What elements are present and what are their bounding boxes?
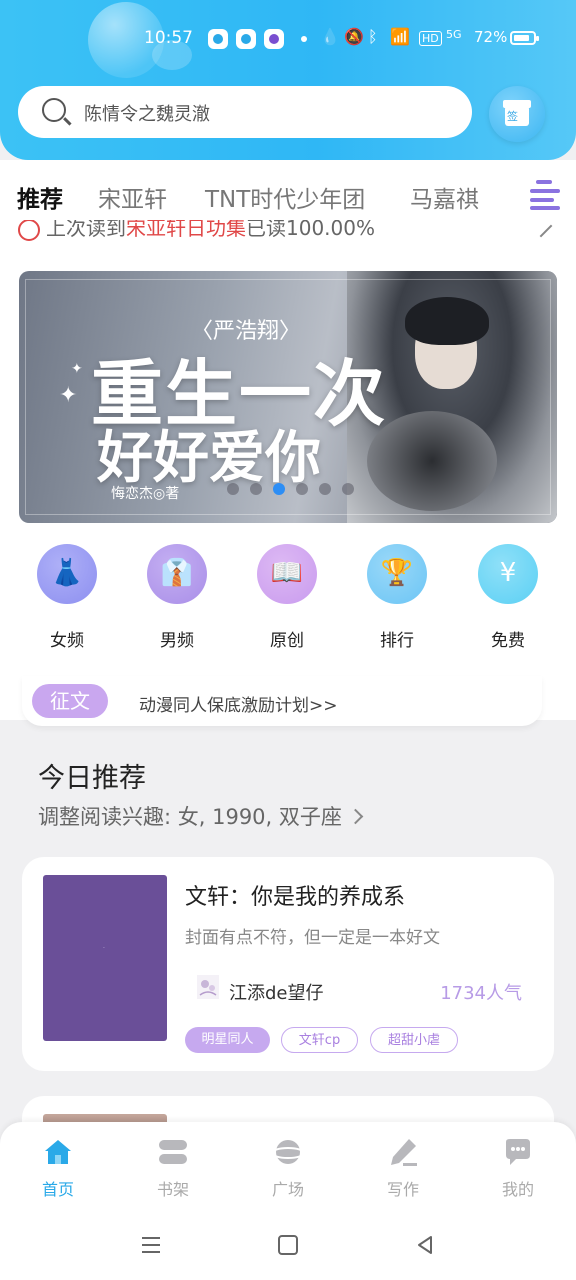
book-icon: 📖 (257, 544, 317, 604)
battery-icon (510, 31, 539, 45)
bluetooth-icon: ᛒ (368, 27, 378, 46)
more-notifications-dot (301, 36, 307, 42)
tab-ma-jiaqi[interactable]: 马嘉祺 (410, 180, 479, 214)
shirt-icon: 👔 (147, 544, 207, 604)
category-female[interactable]: 👗 女频 (27, 544, 107, 654)
nav-label: 写作 (386, 1180, 419, 1199)
chevron-right-icon (347, 808, 364, 824)
book-title[interactable]: 文轩：你是我的养成系 (185, 879, 405, 911)
book-tag[interactable]: 明星同人 (185, 1027, 270, 1053)
book-tag[interactable]: 文轩cp (281, 1027, 358, 1053)
category-tabs: 推荐 宋亚轩 TNT时代少年团 马嘉祺 (0, 172, 576, 218)
nav-square[interactable]: 广场 (248, 1136, 328, 1206)
category-ranking[interactable]: 🏆 排行 (357, 544, 437, 654)
sign-label: 签 (507, 110, 518, 123)
carousel-dot[interactable] (227, 483, 239, 495)
bottom-nav: 首页 书架 广场 写作 我的 (0, 1122, 576, 1210)
app-notification-icon (264, 29, 284, 49)
nav-home[interactable]: 首页 (18, 1136, 98, 1206)
promo-banner[interactable]: ✦ ✦ 〈严浩翔〉 重生一次 好好爱你 悔恋杰◎著 (19, 271, 557, 523)
edit-icon (539, 224, 553, 238)
tab-recommend[interactable]: 推荐 (17, 180, 63, 214)
dress-icon: 👗 (37, 544, 97, 604)
chat-icon (506, 1139, 530, 1165)
status-bar: 10:57 💧 🔕 ᛒ 📶 HD 5G 72% (0, 26, 576, 52)
banner-author: 悔恋杰◎著 (111, 486, 180, 502)
carousel-dot[interactable] (319, 483, 331, 495)
book-tag[interactable]: 超甜小虐 (370, 1027, 458, 1053)
category-label: 免费 (491, 631, 525, 651)
adjust-interest-link[interactable]: 调整阅读兴趣: 女, 1990, 双子座 (38, 801, 364, 831)
back-icon[interactable] (414, 1234, 436, 1256)
yen-icon: ¥ (478, 544, 538, 604)
nav-label: 我的 (501, 1180, 534, 1199)
trophy-icon: 🏆 (367, 544, 427, 604)
carousel-dot[interactable] (250, 483, 262, 495)
author-avatar (197, 975, 219, 999)
carousel-dot[interactable] (342, 483, 354, 495)
status-time: 10:57 (144, 28, 193, 48)
search-input[interactable]: 陈情令之魏灵澈 (18, 86, 472, 138)
contest-tag: 征文 (32, 684, 108, 718)
home-button-icon[interactable] (277, 1234, 299, 1256)
book-card[interactable]: · 文轩：你是我的养成系 封面有点不符，但一定是一本好文 江添de望仔 1734… (22, 857, 554, 1071)
recent-apps-icon[interactable] (140, 1234, 162, 1256)
book-description: 封面有点不符，但一定是一本好文 (185, 928, 440, 948)
search-icon (42, 98, 66, 122)
nav-label: 书架 (156, 1180, 189, 1199)
category-label: 排行 (380, 631, 414, 651)
last-read-progress: 已读100.00% (246, 220, 375, 240)
history-icon (18, 220, 40, 241)
last-read-prefix: 上次读到 (46, 220, 126, 240)
category-free[interactable]: ¥ 免费 (468, 544, 548, 654)
daily-sign-in-button[interactable]: 签 (489, 86, 545, 142)
nav-label: 首页 (41, 1180, 74, 1199)
nav-write[interactable]: 写作 (363, 1136, 443, 1206)
sparkle-icon: ✦ (59, 383, 78, 408)
section-subtitle: 调整阅读兴趣: 女, 1990, 双子座 (38, 805, 342, 829)
nav-bookshelf[interactable]: 书架 (133, 1136, 213, 1206)
planet-icon (272, 1140, 304, 1164)
water-drop-icon: 💧 (320, 27, 340, 46)
category-male[interactable]: 👔 男频 (137, 544, 217, 654)
nav-label: 广场 (271, 1180, 304, 1199)
category-label: 男频 (160, 631, 194, 651)
search-placeholder: 陈情令之魏灵澈 (84, 104, 210, 125)
category-label: 原创 (270, 631, 304, 651)
battery-percent: 72% (474, 28, 508, 46)
sparkle-icon: ✦ (71, 361, 83, 377)
app-notification-icon (236, 29, 256, 49)
carousel-dot-active[interactable] (273, 483, 285, 495)
mute-bell-icon: 🔕 (344, 27, 364, 46)
home-icon (45, 1140, 71, 1164)
app-notification-icon (208, 29, 228, 49)
tab-song-yaxuan[interactable]: 宋亚轩 (98, 180, 167, 214)
category-label: 女频 (50, 631, 84, 651)
pen-icon (391, 1139, 417, 1166)
hd-icon: HD (419, 31, 442, 46)
contest-text[interactable]: 动漫同人保底激励计划>> (139, 691, 338, 716)
section-title: 今日推荐 (38, 763, 146, 794)
bookshelf-icon (159, 1140, 187, 1164)
system-nav-bar (0, 1210, 576, 1280)
book-popularity: 1734人气 (440, 983, 522, 1004)
wifi-icon: 📶 (390, 27, 410, 46)
book-author[interactable]: 江添de望仔 (229, 979, 324, 1005)
book-cover[interactable]: · (43, 875, 167, 1041)
banner-title-line2: 好好爱你 (97, 425, 321, 491)
signal-icon: 5G (446, 28, 462, 41)
tab-tnt[interactable]: TNT时代少年团 (205, 180, 365, 214)
carousel-dot[interactable] (296, 483, 308, 495)
header: 10:57 💧 🔕 ᛒ 📶 HD 5G 72% 陈情令之魏灵澈 签 (0, 0, 576, 160)
tabs-menu-icon[interactable] (530, 180, 560, 210)
last-read-bar[interactable]: 上次读到宋亚轩日功集已读100.00% (18, 220, 558, 248)
nav-mine[interactable]: 我的 (478, 1136, 558, 1206)
category-original[interactable]: 📖 原创 (247, 544, 327, 654)
contest-notice[interactable]: 征文 动漫同人保底激励计划>> (22, 676, 542, 726)
last-read-book[interactable]: 宋亚轩日功集 (126, 220, 246, 240)
carousel-indicator (227, 483, 357, 495)
